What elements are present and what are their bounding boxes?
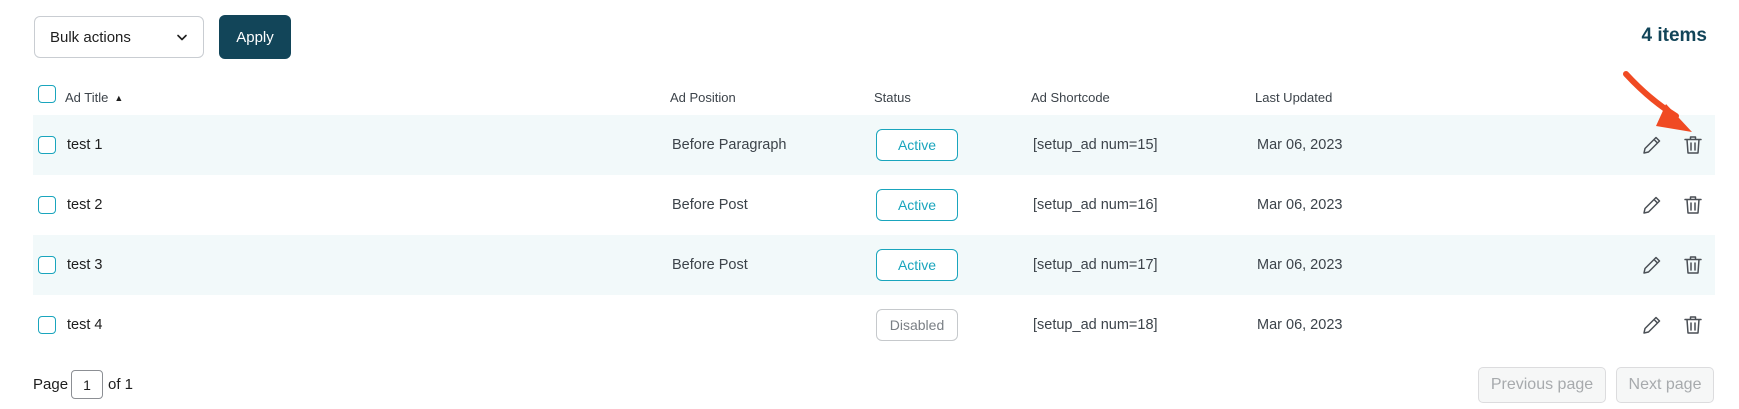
status-badge: Active [876, 129, 958, 161]
bulk-actions-value: Bulk actions [50, 28, 131, 46]
column-header-ad-shortcode: Ad Shortcode [1031, 90, 1110, 105]
pencil-icon[interactable] [1640, 313, 1664, 337]
items-count: 4 items [1641, 25, 1707, 46]
last-updated: Mar 06, 2023 [1257, 257, 1343, 273]
trash-icon[interactable] [1681, 253, 1705, 277]
ad-title[interactable]: test 2 [67, 197, 102, 213]
ad-position: Before Post [672, 257, 748, 273]
column-header-status: Status [874, 90, 911, 105]
table-header: Ad Title ▲ Ad Position Status Ad Shortcod… [33, 84, 1715, 114]
trash-icon[interactable] [1681, 193, 1705, 217]
ad-shortcode: [setup_ad num=15] [1033, 137, 1158, 153]
previous-page-button[interactable]: Previous page [1478, 367, 1606, 403]
trash-icon[interactable] [1681, 313, 1705, 337]
select-all-checkbox[interactable] [38, 85, 56, 103]
table-row: test 2 Before Post Active [setup_ad num=… [33, 175, 1715, 235]
table-row: test 3 Before Post Active [setup_ad num=… [33, 235, 1715, 295]
status-badge: Active [876, 189, 958, 221]
ad-title[interactable]: test 1 [67, 137, 102, 153]
last-updated: Mar 06, 2023 [1257, 317, 1343, 333]
sort-up-icon: ▲ [114, 93, 124, 103]
row-checkbox[interactable] [38, 136, 56, 154]
pencil-icon[interactable] [1640, 133, 1664, 157]
status-badge: Disabled [876, 309, 958, 341]
last-updated: Mar 06, 2023 [1257, 197, 1343, 213]
column-header-last-updated: Last Updated [1255, 90, 1333, 105]
page-number-input[interactable] [71, 370, 103, 399]
pencil-icon[interactable] [1640, 253, 1664, 277]
next-page-button[interactable]: Next page [1616, 367, 1714, 403]
ad-title[interactable]: test 4 [67, 317, 102, 333]
row-checkbox[interactable] [38, 316, 56, 334]
trash-icon[interactable] [1681, 133, 1705, 157]
page-label: Page [33, 376, 69, 393]
pencil-icon[interactable] [1640, 193, 1664, 217]
page-total-label: of 1 [108, 376, 134, 393]
row-checkbox[interactable] [38, 256, 56, 274]
row-checkbox[interactable] [38, 196, 56, 214]
table-row: test 4 Disabled [setup_ad num=18] Mar 06… [33, 295, 1715, 355]
ad-shortcode: [setup_ad num=17] [1033, 257, 1158, 273]
bulk-actions-select[interactable]: Bulk actions [34, 16, 204, 58]
ad-position: Before Post [672, 197, 748, 213]
chevron-down-icon [175, 30, 189, 44]
ad-shortcode: [setup_ad num=16] [1033, 197, 1158, 213]
last-updated: Mar 06, 2023 [1257, 137, 1343, 153]
ad-position: Before Paragraph [672, 137, 787, 153]
column-header-ad-title[interactable]: Ad Title ▲ [65, 90, 123, 105]
apply-button[interactable]: Apply [219, 15, 291, 59]
ad-title[interactable]: test 3 [67, 257, 102, 273]
column-header-ad-position: Ad Position [670, 90, 736, 105]
ad-shortcode: [setup_ad num=18] [1033, 317, 1158, 333]
status-badge: Active [876, 249, 958, 281]
annotation-arrow-icon [1620, 70, 1698, 136]
table-row: test 1 Before Paragraph Active [setup_ad… [33, 115, 1715, 175]
